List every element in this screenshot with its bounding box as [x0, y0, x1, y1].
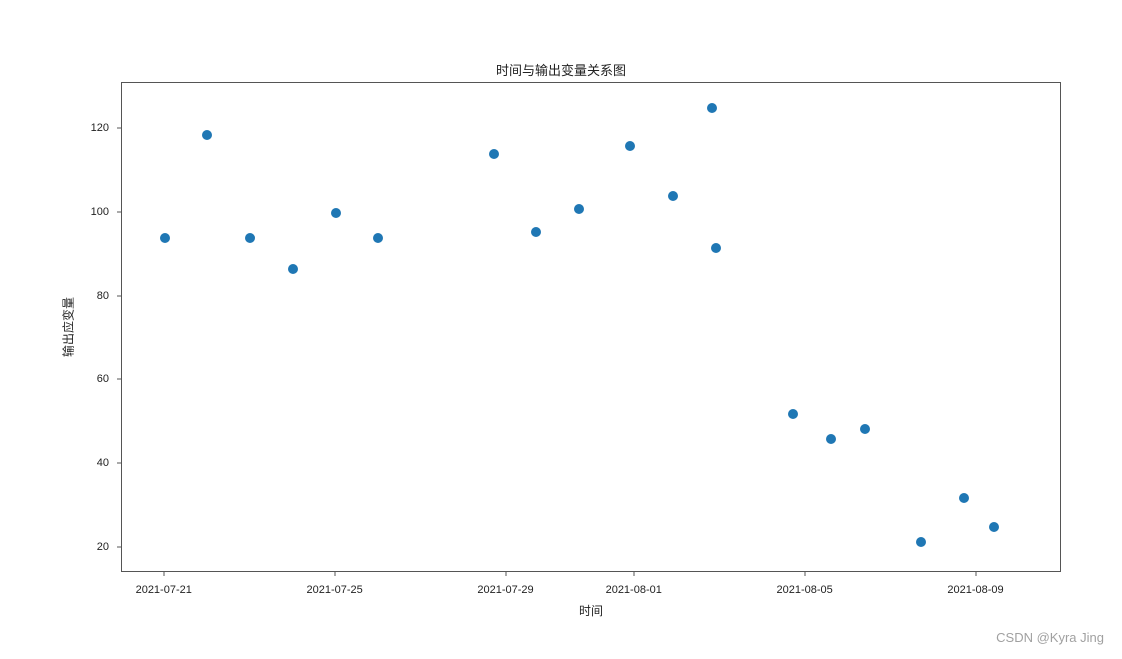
data-point [373, 233, 383, 243]
x-tick-label: 2021-07-29 [477, 584, 533, 596]
data-point [245, 233, 255, 243]
x-tick-label: 2021-07-21 [136, 584, 192, 596]
data-point [916, 537, 926, 547]
data-point [489, 149, 499, 159]
data-point [625, 141, 635, 151]
y-tick-mark [117, 379, 121, 380]
x-tick-mark [334, 572, 335, 576]
y-tick-mark [117, 463, 121, 464]
y-tick-label: 100 [91, 206, 109, 218]
y-tick-mark [117, 295, 121, 296]
data-point [668, 191, 678, 201]
y-tick-label: 20 [97, 541, 109, 553]
y-tick-label: 120 [91, 122, 109, 134]
y-tick-label: 40 [97, 457, 109, 469]
data-point [531, 227, 541, 237]
y-tick-label: 60 [97, 373, 109, 385]
chart-container: 时间与输出变量关系图 输出应变量 时间 20406080100120 2021-… [0, 0, 1122, 659]
x-tick-label: 2021-08-09 [947, 584, 1003, 596]
watermark: CSDN @Kyra Jing [996, 630, 1104, 645]
data-point [288, 264, 298, 274]
data-point [202, 130, 212, 140]
data-point [574, 204, 584, 214]
y-ticks: 20 40 60 80 100 120 [0, 82, 121, 572]
data-point [826, 434, 836, 444]
x-tick-label: 2021-07-25 [306, 584, 362, 596]
y-tick-mark [117, 546, 121, 547]
data-point [788, 409, 798, 419]
data-point [959, 493, 969, 503]
data-point [160, 233, 170, 243]
x-tick-label: 2021-08-05 [776, 584, 832, 596]
data-point [711, 243, 721, 253]
chart-title: 时间与输出变量关系图 [496, 60, 626, 79]
data-point [989, 522, 999, 532]
x-tick-mark [975, 572, 976, 576]
x-tick-mark [804, 572, 805, 576]
x-ticks: 2021-07-21 2021-07-25 2021-07-29 2021-08-01… [121, 572, 1061, 612]
y-tick-mark [117, 211, 121, 212]
y-tick-mark [117, 128, 121, 129]
x-tick-label: 2021-08-01 [606, 584, 662, 596]
data-point [331, 208, 341, 218]
y-tick-label: 80 [97, 290, 109, 302]
data-point [707, 103, 717, 113]
x-tick-mark [163, 572, 164, 576]
x-tick-mark [633, 572, 634, 576]
x-tick-mark [505, 572, 506, 576]
data-point [860, 424, 870, 434]
plot-area [121, 82, 1061, 572]
